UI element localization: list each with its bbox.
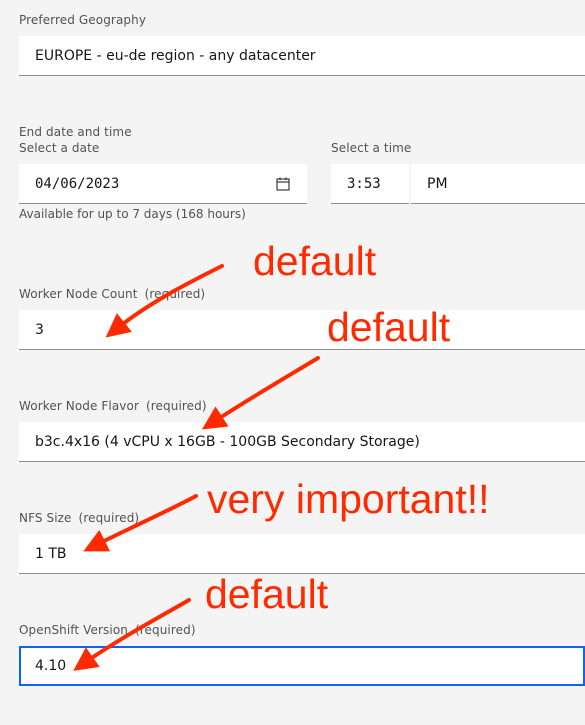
- date-label: Select a date: [19, 141, 100, 155]
- openshift-version-select[interactable]: 4.10: [19, 646, 585, 686]
- worker-flavor-label: Worker Node Flavor (required): [19, 399, 207, 413]
- worker-flavor-value: b3c.4x16 (4 vCPU x 16GB - 100GB Secondar…: [35, 433, 420, 450]
- time-value: 3:53: [347, 175, 381, 192]
- time-label: Select a time: [331, 141, 412, 155]
- calendar-icon[interactable]: [275, 176, 291, 192]
- geography-select[interactable]: EUROPE - eu-de region - any datacenter: [19, 36, 585, 76]
- annotation-default-2: default: [327, 304, 451, 350]
- end-datetime-label: End date and time: [19, 125, 132, 139]
- worker-flavor-select[interactable]: b3c.4x16 (4 vCPU x 16GB - 100GB Secondar…: [19, 422, 585, 462]
- geography-value: EUROPE - eu-de region - any datacenter: [35, 47, 316, 64]
- nfs-size-value: 1 TB: [35, 545, 67, 562]
- date-value: 04/06/2023: [35, 175, 120, 192]
- time-input[interactable]: 3:53: [331, 164, 409, 204]
- annotation-default-3: default: [205, 571, 329, 617]
- geography-label: Preferred Geography: [19, 13, 147, 27]
- availability-helper: Available for up to 7 days (168 hours): [19, 207, 246, 221]
- date-input[interactable]: 04/06/2023: [19, 164, 307, 204]
- nfs-size-label: NFS Size (required): [19, 511, 140, 525]
- annotation-very-important: very important!!: [207, 476, 490, 522]
- arrow-2: [201, 356, 320, 430]
- ampm-value: PM: [427, 175, 448, 192]
- ampm-select[interactable]: PM: [411, 164, 585, 204]
- annotation-default-1: default: [253, 238, 377, 284]
- worker-count-label: Worker Node Count (required): [19, 287, 206, 301]
- worker-count-input[interactable]: 3: [19, 310, 585, 350]
- nfs-size-select[interactable]: 1 TB: [19, 534, 585, 574]
- openshift-version-label: OpenShift Version (required): [19, 623, 196, 637]
- worker-count-value: 3: [35, 321, 44, 338]
- openshift-version-value: 4.10: [35, 658, 67, 674]
